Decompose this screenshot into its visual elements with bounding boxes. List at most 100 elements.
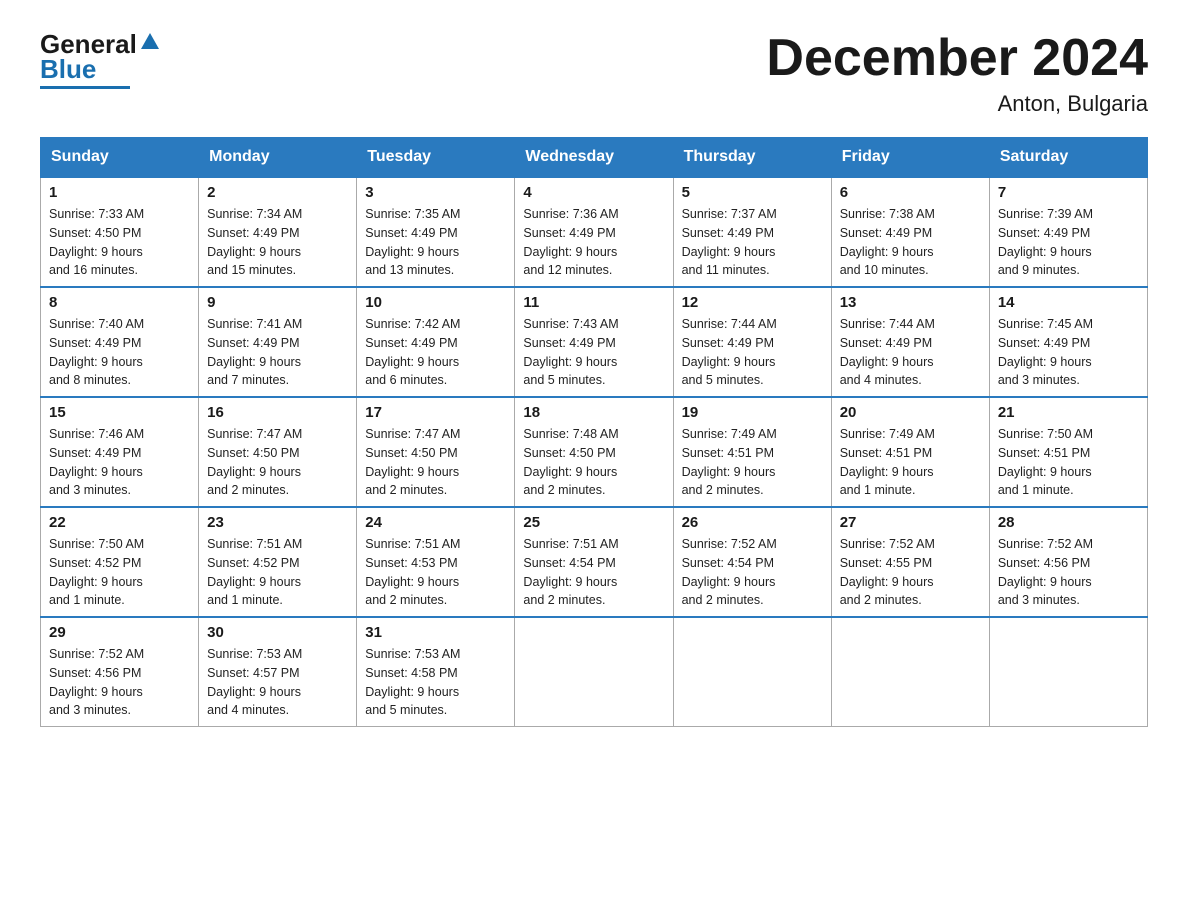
day-info: Sunrise: 7:49 AMSunset: 4:51 PMDaylight:… [840,425,981,500]
day-cell-6: 6 Sunrise: 7:38 AMSunset: 4:49 PMDaylight… [831,177,989,287]
header: General Blue December 2024 Anton, Bulgar… [40,30,1148,117]
logo-underline [40,86,130,89]
day-info: Sunrise: 7:43 AMSunset: 4:49 PMDaylight:… [523,315,664,390]
day-info: Sunrise: 7:53 AMSunset: 4:58 PMDaylight:… [365,645,506,720]
day-number: 26 [682,514,823,531]
logo: General Blue [40,30,161,89]
day-cell-28: 28Sunrise: 7:52 AMSunset: 4:56 PMDayligh… [989,507,1147,617]
col-header-sunday: Sunday [41,138,199,178]
day-info: Sunrise: 7:46 AMSunset: 4:49 PMDaylight:… [49,425,190,500]
day-number: 25 [523,514,664,531]
col-header-tuesday: Tuesday [357,138,515,178]
day-info: Sunrise: 7:47 AMSunset: 4:50 PMDaylight:… [365,425,506,500]
day-info: Sunrise: 7:50 AMSunset: 4:51 PMDaylight:… [998,425,1139,500]
day-cell-2: 2 Sunrise: 7:34 AMSunset: 4:49 PMDaylight… [199,177,357,287]
day-info: Sunrise: 7:47 AMSunset: 4:50 PMDaylight:… [207,425,348,500]
day-number: 17 [365,404,506,421]
day-cell-8: 8 Sunrise: 7:40 AMSunset: 4:49 PMDaylight… [41,287,199,397]
day-number: 4 [523,184,664,201]
day-number: 2 [207,184,348,201]
day-cell-3: 3 Sunrise: 7:35 AMSunset: 4:49 PMDaylight… [357,177,515,287]
day-cell-23: 23Sunrise: 7:51 AMSunset: 4:52 PMDayligh… [199,507,357,617]
day-cell-5: 5Sunrise: 7:37 AMSunset: 4:49 PMDaylight… [673,177,831,287]
day-cell-31: 31 Sunrise: 7:53 AMSunset: 4:58 PMDayligh… [357,617,515,727]
empty-cell [989,617,1147,727]
day-number: 8 [49,294,190,311]
day-number: 20 [840,404,981,421]
day-number: 21 [998,404,1139,421]
day-cell-21: 21 Sunrise: 7:50 AMSunset: 4:51 PMDayligh… [989,397,1147,507]
day-number: 27 [840,514,981,531]
day-info: Sunrise: 7:42 AMSunset: 4:49 PMDaylight:… [365,315,506,390]
day-info: Sunrise: 7:51 AMSunset: 4:52 PMDaylight:… [207,535,348,610]
day-info: Sunrise: 7:44 AMSunset: 4:49 PMDaylight:… [682,315,823,390]
subtitle: Anton, Bulgaria [766,91,1148,117]
day-number: 16 [207,404,348,421]
day-info: Sunrise: 7:51 AMSunset: 4:54 PMDaylight:… [523,535,664,610]
day-info: Sunrise: 7:35 AMSunset: 4:49 PMDaylight:… [365,205,506,280]
day-info: Sunrise: 7:52 AMSunset: 4:56 PMDaylight:… [998,535,1139,610]
empty-cell [515,617,673,727]
day-cell-13: 13Sunrise: 7:44 AMSunset: 4:49 PMDayligh… [831,287,989,397]
day-cell-17: 17 Sunrise: 7:47 AMSunset: 4:50 PMDayligh… [357,397,515,507]
day-number: 7 [998,184,1139,201]
day-info: Sunrise: 7:52 AMSunset: 4:54 PMDaylight:… [682,535,823,610]
day-cell-25: 25 Sunrise: 7:51 AMSunset: 4:54 PMDayligh… [515,507,673,617]
logo-triangle-icon [139,31,161,53]
week-row-2: 8 Sunrise: 7:40 AMSunset: 4:49 PMDaylight… [41,287,1148,397]
day-info: Sunrise: 7:53 AMSunset: 4:57 PMDaylight:… [207,645,348,720]
day-cell-16: 16 Sunrise: 7:47 AMSunset: 4:50 PMDayligh… [199,397,357,507]
day-number: 13 [840,294,981,311]
day-cell-7: 7 Sunrise: 7:39 AMSunset: 4:49 PMDaylight… [989,177,1147,287]
day-number: 1 [49,184,190,201]
week-row-1: 1Sunrise: 7:33 AMSunset: 4:50 PMDaylight… [41,177,1148,287]
day-number: 31 [365,624,506,641]
day-info: Sunrise: 7:48 AMSunset: 4:50 PMDaylight:… [523,425,664,500]
col-header-wednesday: Wednesday [515,138,673,178]
calendar-header-row: SundayMondayTuesdayWednesdayThursdayFrid… [41,138,1148,178]
day-info: Sunrise: 7:38 AMSunset: 4:49 PMDaylight:… [840,205,981,280]
day-cell-27: 27Sunrise: 7:52 AMSunset: 4:55 PMDayligh… [831,507,989,617]
col-header-saturday: Saturday [989,138,1147,178]
day-info: Sunrise: 7:45 AMSunset: 4:49 PMDaylight:… [998,315,1139,390]
day-cell-20: 20 Sunrise: 7:49 AMSunset: 4:51 PMDayligh… [831,397,989,507]
day-info: Sunrise: 7:49 AMSunset: 4:51 PMDaylight:… [682,425,823,500]
day-info: Sunrise: 7:52 AMSunset: 4:56 PMDaylight:… [49,645,190,720]
day-cell-12: 12 Sunrise: 7:44 AMSunset: 4:49 PMDayligh… [673,287,831,397]
day-number: 18 [523,404,664,421]
day-cell-24: 24Sunrise: 7:51 AMSunset: 4:53 PMDayligh… [357,507,515,617]
day-info: Sunrise: 7:40 AMSunset: 4:49 PMDaylight:… [49,315,190,390]
day-number: 15 [49,404,190,421]
calendar-table: SundayMondayTuesdayWednesdayThursdayFrid… [40,137,1148,727]
day-cell-14: 14 Sunrise: 7:45 AMSunset: 4:49 PMDayligh… [989,287,1147,397]
day-number: 6 [840,184,981,201]
logo-blue-text: Blue [40,55,96,84]
week-row-5: 29Sunrise: 7:52 AMSunset: 4:56 PMDayligh… [41,617,1148,727]
day-number: 24 [365,514,506,531]
day-cell-11: 11 Sunrise: 7:43 AMSunset: 4:49 PMDayligh… [515,287,673,397]
day-number: 5 [682,184,823,201]
week-row-3: 15 Sunrise: 7:46 AMSunset: 4:49 PMDayligh… [41,397,1148,507]
day-cell-29: 29Sunrise: 7:52 AMSunset: 4:56 PMDayligh… [41,617,199,727]
day-info: Sunrise: 7:39 AMSunset: 4:49 PMDaylight:… [998,205,1139,280]
day-cell-30: 30 Sunrise: 7:53 AMSunset: 4:57 PMDayligh… [199,617,357,727]
day-cell-4: 4Sunrise: 7:36 AMSunset: 4:49 PMDaylight… [515,177,673,287]
day-number: 11 [523,294,664,311]
day-cell-10: 10Sunrise: 7:42 AMSunset: 4:49 PMDayligh… [357,287,515,397]
day-number: 12 [682,294,823,311]
day-info: Sunrise: 7:50 AMSunset: 4:52 PMDaylight:… [49,535,190,610]
day-number: 19 [682,404,823,421]
day-cell-22: 22Sunrise: 7:50 AMSunset: 4:52 PMDayligh… [41,507,199,617]
empty-cell [831,617,989,727]
title-area: December 2024 Anton, Bulgaria [766,30,1148,117]
day-cell-18: 18 Sunrise: 7:48 AMSunset: 4:50 PMDayligh… [515,397,673,507]
day-cell-26: 26 Sunrise: 7:52 AMSunset: 4:54 PMDayligh… [673,507,831,617]
day-number: 3 [365,184,506,201]
day-info: Sunrise: 7:34 AMSunset: 4:49 PMDaylight:… [207,205,348,280]
day-cell-15: 15 Sunrise: 7:46 AMSunset: 4:49 PMDayligh… [41,397,199,507]
day-number: 14 [998,294,1139,311]
day-info: Sunrise: 7:41 AMSunset: 4:49 PMDaylight:… [207,315,348,390]
day-number: 9 [207,294,348,311]
day-cell-1: 1Sunrise: 7:33 AMSunset: 4:50 PMDaylight… [41,177,199,287]
day-number: 30 [207,624,348,641]
